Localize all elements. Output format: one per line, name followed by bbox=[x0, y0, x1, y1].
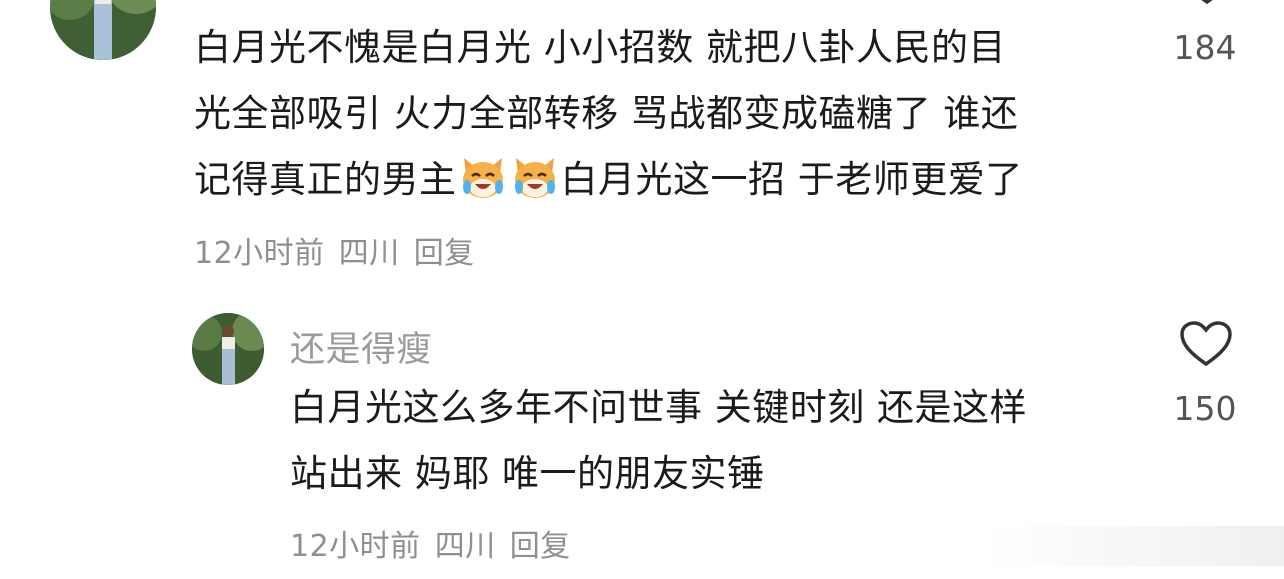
commenter-avatar[interactable] bbox=[50, 0, 156, 60]
reply-line: 站出来 妈耶 唯一的朋友实锤 bbox=[290, 452, 765, 495]
avatar-photo bbox=[192, 313, 264, 385]
like-count: 184 bbox=[1173, 28, 1237, 67]
reply-line: 白月光这么多年不问世事 关键时刻 还是这样 bbox=[290, 386, 1028, 429]
location: 四川 bbox=[434, 529, 496, 564]
reply-button[interactable]: 回复 bbox=[510, 529, 571, 564]
reply-username[interactable]: 还是得瘦 bbox=[290, 321, 432, 372]
timestamp: 12小时前 bbox=[290, 529, 421, 564]
reply-text: 白月光这么多年不问世事 关键时刻 还是这样 站出来 妈耶 唯一的朋友实锤 bbox=[290, 375, 1027, 507]
watermark-fade bbox=[984, 526, 1284, 566]
reply-meta: 12小时前 四川 回复 bbox=[290, 521, 585, 565]
timestamp: 12小时前 bbox=[194, 236, 325, 271]
like-count: 150 bbox=[1173, 389, 1237, 428]
comment-line: 光全部吸引 火力全部转移 骂战都变成磕糖了 谁还 bbox=[194, 92, 1019, 135]
crying-laughing-cat-emoji-icon bbox=[458, 152, 508, 202]
reply-button[interactable]: 回复 bbox=[414, 236, 475, 271]
comment-meta: 12小时前 四川 回复 bbox=[194, 228, 489, 272]
like-heart-icon[interactable] bbox=[1183, 0, 1231, 6]
avatar-photo bbox=[50, 0, 156, 60]
reply-avatar[interactable] bbox=[192, 313, 264, 385]
like-heart-icon[interactable] bbox=[1179, 320, 1233, 368]
comment-text: 白月光不愧是白月光 小小招数 就把八卦人民的目 光全部吸引 火力全部转移 骂战都… bbox=[194, 15, 1023, 213]
comment-line: 记得真正的男主 白月光这一招 于老师更爱了 bbox=[194, 147, 1023, 213]
crying-laughing-cat-emoji-icon bbox=[510, 152, 560, 202]
comment-line: 白月光不愧是白月光 小小招数 就把八卦人民的目 bbox=[194, 26, 1007, 69]
location: 四川 bbox=[338, 236, 400, 271]
